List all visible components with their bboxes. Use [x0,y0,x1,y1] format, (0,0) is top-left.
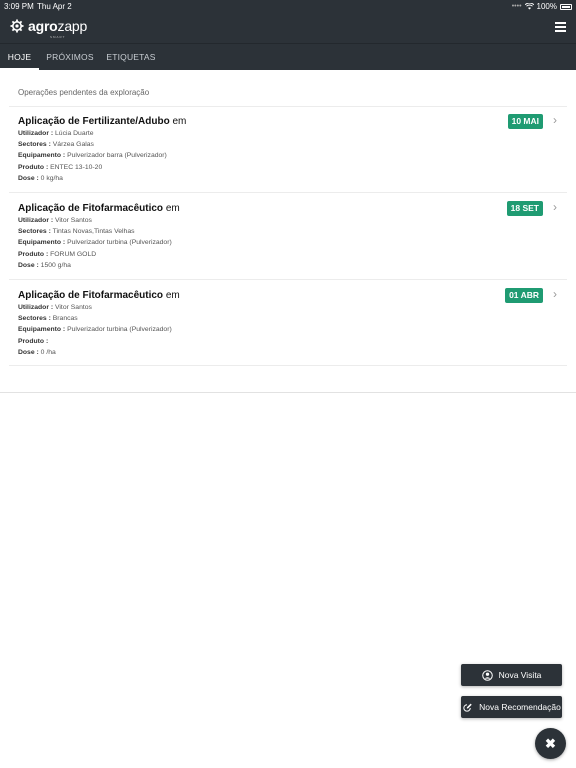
chevron-right-icon: › [553,287,557,301]
divider [9,192,567,193]
date-badge: 01 ABR [505,288,543,303]
operation-user: Utilizador : Vitor Santos [18,304,92,311]
operation-dose: Dose : 1500 g/ha [18,262,71,269]
status-date: Thu Apr 2 [37,2,72,11]
operation-equipment: Equipamento : Pulverizador turbina (Pulv… [18,239,172,246]
tab-bar: HOJE PRÓXIMOS ETIQUETAS [0,43,576,70]
new-recommendation-button[interactable]: Nova Recomendação [461,696,562,718]
operation-title: Aplicação de Fitofarmacêutico em [18,290,180,301]
operation-card[interactable]: Aplicação de Fitofarmacêutico em 18 SET … [9,194,567,280]
operation-card[interactable]: Aplicação de Fitofarmacêutico em 01 ABR … [9,281,567,367]
status-indicators: •••• 100% [512,2,572,11]
brand-subtitle: SMART [50,35,66,39]
new-recommendation-label: Nova Recomendação [479,702,561,712]
chevron-right-icon: › [553,113,557,127]
operation-user: Utilizador : Lúcia Duarte [18,130,94,137]
battery-icon [560,3,572,10]
operation-card[interactable]: Aplicação de Fertilizante/Adubo em 10 MA… [9,107,567,193]
tab-etiquetas[interactable]: ETIQUETAS [104,44,158,70]
app-header: agrozapp SMART [0,12,576,43]
status-bar: 3:09 PM Thu Apr 2 •••• 100% [0,0,576,12]
operation-title: Aplicação de Fitofarmacêutico em [18,203,180,214]
operation-product: Produto : FORUM GOLD [18,251,97,258]
battery-percent: 100% [536,2,557,11]
operation-equipment: Equipamento : Pulverizador barra (Pulver… [18,152,167,159]
operation-sectors: Sectores : Brancas [18,315,78,322]
close-fab-button[interactable]: ✖ [535,728,566,759]
operation-sectors: Sectores : Tintas Novas,Tintas Velhas [18,228,135,235]
app-logo: agrozapp SMART [10,18,88,39]
operation-equipment: Equipamento : Pulverizador turbina (Pulv… [18,326,172,333]
edit-icon [463,703,472,712]
new-visit-label: Nova Visita [498,670,542,680]
chevron-right-icon: › [553,200,557,214]
divider [9,365,567,366]
new-visit-button[interactable]: Nova Visita [461,664,562,686]
signal-icon: •••• [511,3,522,10]
tab-hoje[interactable]: HOJE [0,44,39,70]
close-icon: ✖ [545,735,556,751]
operation-dose: Dose : 0 kg/ha [18,175,63,182]
gear-icon [10,19,24,33]
status-time: 3:09 PM [4,2,34,11]
hamburger-menu-icon[interactable] [555,22,566,32]
divider [9,279,567,280]
wifi-icon [524,3,534,10]
tab-proximos[interactable]: PRÓXIMOS [45,44,95,70]
date-badge: 10 MAI [507,114,543,129]
date-badge: 18 SET [506,201,543,216]
operation-user: Utilizador : Vitor Santos [18,217,92,224]
operation-product: Produto : ENTEC 13-10-20 [18,164,103,171]
operation-dose: Dose : 0 /ha [18,349,56,356]
user-circle-icon [481,669,493,681]
operation-product: Produto : [18,338,49,345]
list-bottom-divider [0,392,576,393]
operation-sectors: Sectores : Várzea Galas [18,141,94,148]
operation-title: Aplicação de Fertilizante/Adubo em [18,116,187,127]
brand-name: agrozapp [28,18,88,34]
section-label: Operações pendentes da exploração [18,88,150,97]
